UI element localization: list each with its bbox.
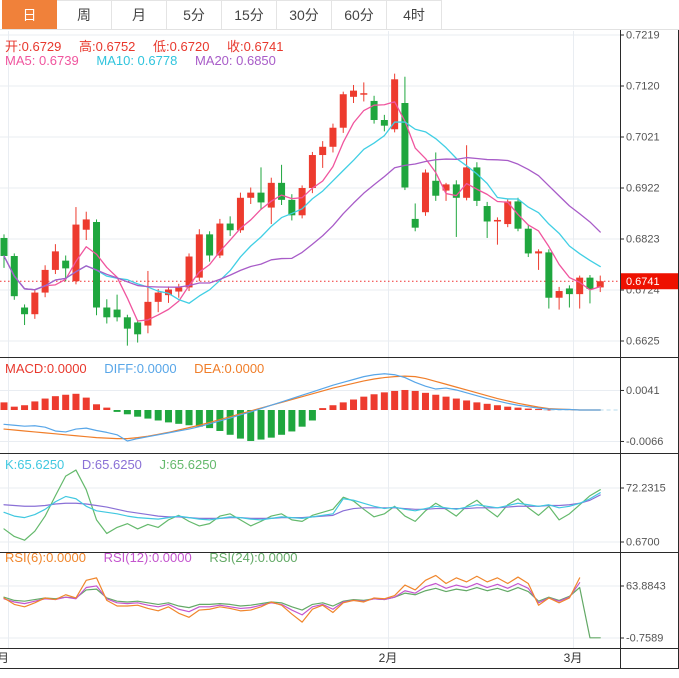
svg-text:-0.0066: -0.0066 — [626, 436, 663, 448]
svg-text:1月: 1月 — [0, 651, 9, 665]
tab-15min[interactable]: 15分 — [222, 0, 277, 29]
tab-week[interactable]: 周 — [57, 0, 112, 29]
close-readout: 收:0.6741 — [227, 39, 284, 54]
candlestick-chart[interactable]: 0.72190.71200.70210.69220.68230.67240.66… — [0, 0, 679, 678]
svg-text:0.7120: 0.7120 — [626, 81, 660, 93]
rsi24-readout: RSI(24):0.0000 — [209, 550, 298, 565]
ma5-readout: MA5: 0.6739 — [5, 53, 79, 68]
svg-text:0.7219: 0.7219 — [626, 30, 660, 42]
svg-text:0.6823: 0.6823 — [626, 234, 660, 246]
svg-text:2月: 2月 — [379, 651, 398, 665]
kdj-legend: K:65.6250 D:65.6250 J:65.6250 — [5, 457, 231, 472]
timeframe-tabbar: 日 周 月 5分 15分 30分 60分 4时 — [0, 0, 679, 30]
svg-text:3月: 3月 — [564, 651, 583, 665]
svg-text:63.8843: 63.8843 — [626, 581, 666, 593]
macd-readout: MACD:0.0000 — [5, 361, 87, 376]
kline-chart-page: { "tabs": { "items": [ {"label": "日", "a… — [0, 0, 679, 678]
svg-text:0.6741: 0.6741 — [626, 276, 660, 288]
svg-text:0.7021: 0.7021 — [626, 132, 660, 144]
svg-text:0.6700: 0.6700 — [626, 537, 660, 549]
macd-legend: MACD:0.0000 DIFF:0.0000 DEA:0.0000 — [5, 361, 278, 376]
ma10-readout: MA10: 0.6778 — [96, 53, 178, 68]
tab-30min[interactable]: 30分 — [277, 0, 332, 29]
svg-text:0.6625: 0.6625 — [626, 336, 660, 348]
high-readout: 高:0.6752 — [79, 39, 136, 54]
svg-text:0.0041: 0.0041 — [626, 385, 660, 397]
open-readout: 开:0.6729 — [5, 39, 62, 54]
dea-readout: DEA:0.0000 — [194, 361, 265, 376]
k-readout: K:65.6250 — [5, 457, 65, 472]
tab-day[interactable]: 日 — [2, 0, 57, 29]
rsi12-readout: RSI(12):0.0000 — [103, 550, 192, 565]
rsi6-readout: RSI(6):0.0000 — [5, 550, 86, 565]
svg-text:72.2315: 72.2315 — [626, 483, 666, 495]
ma20-readout: MA20: 0.6850 — [194, 53, 276, 68]
low-readout: 低:0.6720 — [153, 39, 210, 54]
tab-4hour[interactable]: 4时 — [387, 0, 442, 29]
rsi-legend: RSI(6):0.0000 RSI(12):0.0000 RSI(24):0.0… — [5, 550, 312, 565]
svg-text:-0.7589: -0.7589 — [626, 633, 663, 645]
tab-month[interactable]: 月 — [112, 0, 167, 29]
ma-legend: MA5: 0.6739 MA10: 0.6778 MA20: 0.6850 — [5, 53, 290, 68]
j-readout: J:65.6250 — [159, 457, 217, 472]
tab-5min[interactable]: 5分 — [167, 0, 222, 29]
d-readout: D:65.6250 — [81, 457, 142, 472]
svg-text:0.6922: 0.6922 — [626, 183, 660, 195]
diff-readout: DIFF:0.0000 — [104, 361, 177, 376]
tab-60min[interactable]: 60分 — [332, 0, 387, 29]
